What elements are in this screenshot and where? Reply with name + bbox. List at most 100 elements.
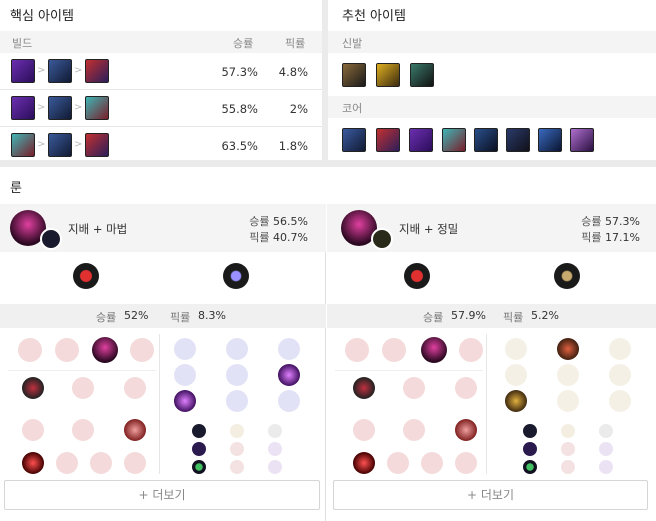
sorcery-icon[interactable]: [223, 263, 249, 289]
shard-health-icon[interactable]: [192, 460, 206, 474]
staff-icon[interactable]: [538, 128, 562, 152]
shard-pick-label: 픽률: [503, 311, 524, 324]
sudden-impact-icon[interactable]: [403, 377, 425, 399]
sorcerer-shoes-icon[interactable]: [342, 63, 366, 87]
ultimate-hunter-icon[interactable]: [124, 452, 146, 474]
zombie-ward-icon[interactable]: [22, 419, 44, 441]
build-row-2[interactable]: > > 55.8% 2%: [0, 90, 322, 127]
rylai-icon[interactable]: [409, 128, 433, 152]
predator-icon[interactable]: [55, 338, 79, 362]
liandry-icon[interactable]: [442, 128, 466, 152]
pickrate-label: 픽률: [581, 231, 602, 244]
precision-icon[interactable]: [554, 263, 580, 289]
predator-icon[interactable]: [382, 338, 406, 362]
shard-armor-icon[interactable]: [230, 460, 244, 474]
ludens-icon[interactable]: [342, 128, 366, 152]
transcendence-icon[interactable]: [174, 364, 196, 386]
hail-of-blades-icon[interactable]: [459, 338, 483, 362]
electrocute-icon[interactable]: [18, 338, 42, 362]
zhonya-icon[interactable]: [506, 128, 530, 152]
shard-mr-icon[interactable]: [268, 442, 282, 456]
ninja-tabi-icon[interactable]: [410, 63, 434, 87]
legend-tenacity-icon[interactable]: [557, 364, 579, 386]
shard-adaptive-icon[interactable]: [192, 442, 206, 456]
shard-armor-icon[interactable]: [230, 442, 244, 456]
last-stand-icon[interactable]: [609, 390, 631, 412]
void-staff-icon[interactable]: [474, 128, 498, 152]
cheap-shot-icon[interactable]: [124, 377, 146, 399]
scorch-icon[interactable]: [174, 390, 196, 412]
cut-down-icon[interactable]: [557, 390, 579, 412]
eyeball-collection-icon[interactable]: [124, 419, 146, 441]
ghost-poro-icon[interactable]: [72, 419, 94, 441]
shard-armor-icon[interactable]: [561, 460, 575, 474]
shard-stats-bar: 승률 52% 픽률 8.3%: [0, 304, 326, 328]
rune-page-1: 지배 + 마법 승률 56.5% 픽률 40.7% 승률 52% 픽률 8.3%: [0, 204, 326, 521]
shard-mr-icon[interactable]: [599, 460, 613, 474]
shard-haste-icon[interactable]: [599, 424, 613, 438]
dark-harvest-icon[interactable]: [92, 337, 118, 363]
cheap-shot-icon[interactable]: [455, 377, 477, 399]
electrocute-icon[interactable]: [345, 338, 369, 362]
core-items-panel: 핵심 아이템 빌드 승률 픽률 > > 57.3% 4.8% > > 55.8%…: [0, 0, 322, 160]
build-pickrate: 1.8%: [278, 139, 308, 153]
domination-icon[interactable]: [73, 263, 99, 289]
shard-adaptive-icon[interactable]: [523, 442, 537, 456]
show-more-button[interactable]: + 더보기: [4, 480, 320, 510]
shard-mr-icon[interactable]: [268, 460, 282, 474]
ultimate-hunter-icon[interactable]: [455, 452, 477, 474]
relentless-hunter-icon[interactable]: [421, 452, 443, 474]
legend-alacrity-icon[interactable]: [505, 364, 527, 386]
dark-harvest-icon[interactable]: [421, 337, 447, 363]
relentless-hunter-icon[interactable]: [90, 452, 112, 474]
ravenous-hunter-icon[interactable]: [22, 452, 44, 474]
manaflow-band-icon[interactable]: [226, 338, 248, 360]
zombie-ward-icon[interactable]: [353, 419, 375, 441]
shard-attack-speed-icon[interactable]: [561, 424, 575, 438]
absolute-focus-icon[interactable]: [278, 364, 300, 386]
domination-icon[interactable]: [404, 263, 430, 289]
presence-of-mind-icon[interactable]: [609, 338, 631, 360]
gathering-storm-icon[interactable]: [278, 390, 300, 412]
shard-attack-speed-icon[interactable]: [230, 424, 244, 438]
shard-winrate: 57.9%: [451, 309, 486, 322]
ghost-poro-icon[interactable]: [403, 419, 425, 441]
shard-pick-label: 픽률: [170, 311, 191, 324]
ravenous-hunter-icon[interactable]: [353, 452, 375, 474]
shard-mr-icon[interactable]: [599, 442, 613, 456]
shard-armor-icon[interactable]: [561, 442, 575, 456]
shard-adaptive-icon[interactable]: [523, 424, 537, 438]
eyeball-collection-icon[interactable]: [455, 419, 477, 441]
ingenious-hunter-icon[interactable]: [387, 452, 409, 474]
header-build: 빌드: [12, 37, 33, 50]
legend-bloodline-icon[interactable]: [609, 364, 631, 386]
taste-of-blood-icon[interactable]: [22, 377, 44, 399]
triumph-icon[interactable]: [557, 338, 579, 360]
boots-label-bar: 신발: [328, 31, 656, 53]
coup-de-grace-icon[interactable]: [505, 390, 527, 412]
morello-icon[interactable]: [570, 128, 594, 152]
build-row-3[interactable]: > > 63.5% 1.8%: [0, 127, 322, 164]
rune-page-pickrate: 픽률 40.7%: [218, 229, 308, 245]
shard-health-icon[interactable]: [523, 460, 537, 474]
shard-haste-icon[interactable]: [268, 424, 282, 438]
winrate-label: 승률: [249, 215, 270, 228]
sudden-impact-icon[interactable]: [72, 377, 94, 399]
shard-adaptive-icon[interactable]: [192, 424, 206, 438]
shard-win-label: 승률: [96, 311, 117, 324]
show-more-button[interactable]: + 더보기: [333, 480, 648, 510]
ludens-icon[interactable]: [376, 128, 400, 152]
rune-page-winrate: 승률 57.3%: [550, 213, 640, 229]
build-row-1[interactable]: > > 57.3% 4.8%: [0, 53, 322, 90]
nimbus-cloak-icon[interactable]: [278, 338, 300, 360]
hail-of-blades-icon[interactable]: [130, 338, 154, 362]
build-winrate: 63.5%: [221, 139, 258, 153]
overheal-icon[interactable]: [505, 338, 527, 360]
taste-of-blood-icon[interactable]: [353, 377, 375, 399]
ingenious-hunter-icon[interactable]: [56, 452, 78, 474]
waterwalking-icon[interactable]: [226, 390, 248, 412]
mercury-treads-icon[interactable]: [376, 63, 400, 87]
nullifying-orb-icon[interactable]: [174, 338, 196, 360]
rune-page-name: 지배 + 마법: [68, 222, 128, 236]
celerity-icon[interactable]: [226, 364, 248, 386]
